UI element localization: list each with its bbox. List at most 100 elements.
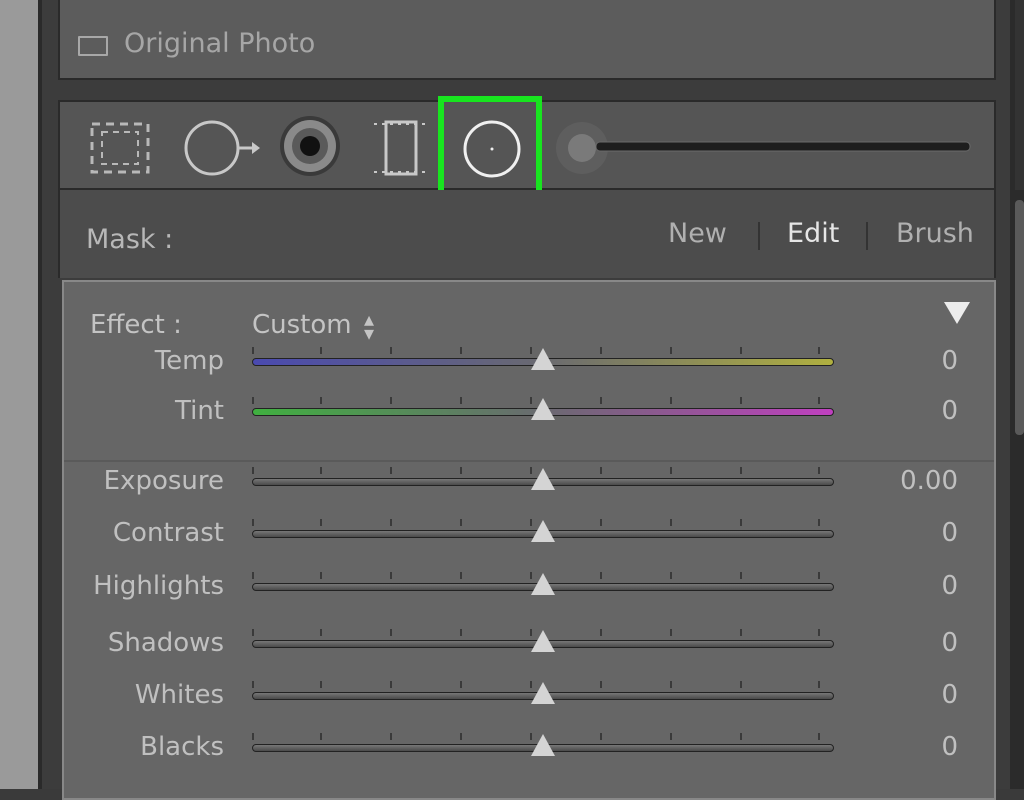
- selection-highlight: [438, 96, 542, 202]
- slider-tick: [460, 572, 462, 579]
- slider-tick: [460, 347, 462, 354]
- slider-thumb-whites[interactable]: [531, 682, 555, 704]
- slider-tick: [818, 397, 820, 404]
- slider-value-contrast[interactable]: 0: [941, 518, 958, 548]
- slider-thumb-temp[interactable]: [531, 348, 555, 370]
- slider-tick: [320, 347, 322, 354]
- slider-thumb-tint[interactable]: [531, 398, 555, 420]
- spot-removal-icon[interactable]: [182, 116, 262, 180]
- slider-label-blacks: Blacks: [140, 732, 224, 762]
- slider-tick: [670, 572, 672, 579]
- effects-panel: Effect : Custom ▴ ▾ Temp 0 Tint 0 Exposure 0.0…: [62, 280, 996, 800]
- slider-tick: [670, 397, 672, 404]
- slider-label-whites: Whites: [134, 680, 224, 710]
- updown-arrows-icon[interactable]: ▴ ▾: [364, 309, 374, 343]
- slider-label-exposure: Exposure: [103, 466, 224, 496]
- brush-size-slider[interactable]: [596, 140, 972, 154]
- graduated-filter-icon[interactable]: [372, 116, 432, 180]
- slider-tick: [320, 572, 322, 579]
- slider-value-tint[interactable]: 0: [941, 396, 958, 426]
- slider-tick: [252, 572, 254, 579]
- slider-value-whites[interactable]: 0: [941, 680, 958, 710]
- mask-new-button[interactable]: New: [668, 218, 727, 249]
- slider-tick: [320, 519, 322, 526]
- slider-tick: [320, 733, 322, 740]
- mask-bar: Mask : New Edit Brush: [58, 190, 996, 278]
- slider-tick: [460, 733, 462, 740]
- slider-value-highlights[interactable]: 0: [941, 571, 958, 601]
- slider-thumb-exposure[interactable]: [531, 468, 555, 490]
- slider-tick: [390, 519, 392, 526]
- slider-value-temp[interactable]: 0: [941, 346, 958, 376]
- slider-value-shadows[interactable]: 0: [941, 628, 958, 658]
- slider-tick: [390, 572, 392, 579]
- slider-tick: [670, 347, 672, 354]
- slider-tick: [252, 519, 254, 526]
- slider-tick: [670, 733, 672, 740]
- effect-preset-select[interactable]: Custom: [252, 310, 352, 340]
- slider-tick: [670, 681, 672, 688]
- slider-tick: [740, 681, 742, 688]
- slider-tick: [818, 572, 820, 579]
- slider-thumb-contrast[interactable]: [531, 520, 555, 542]
- slider-label-temp: Temp: [154, 346, 224, 376]
- slider-tick: [600, 519, 602, 526]
- slider-tick: [390, 733, 392, 740]
- slider-tick: [252, 467, 254, 474]
- slider-tick: [320, 629, 322, 636]
- slider-value-blacks[interactable]: 0: [941, 732, 958, 762]
- slider-tick: [818, 733, 820, 740]
- collapse-triangle-icon[interactable]: [944, 302, 970, 324]
- slider-tick: [740, 397, 742, 404]
- slider-tick: [670, 629, 672, 636]
- slider-tick: [252, 733, 254, 740]
- slider-tick: [252, 397, 254, 404]
- slider-tick: [740, 572, 742, 579]
- slider-tick: [320, 397, 322, 404]
- mask-label: Mask :: [86, 224, 174, 255]
- slider-tick: [818, 519, 820, 526]
- slider-tick: [460, 467, 462, 474]
- mask-separator: [866, 222, 868, 250]
- slider-tick: [600, 681, 602, 688]
- slider-tick: [390, 629, 392, 636]
- slider-label-shadows: Shadows: [107, 628, 224, 658]
- section-divider: [64, 460, 994, 462]
- mask-separator: [758, 222, 760, 250]
- slider-tick: [818, 347, 820, 354]
- slider-tick: [670, 519, 672, 526]
- slider-thumb-shadows[interactable]: [531, 630, 555, 652]
- red-eye-icon[interactable]: [278, 114, 342, 178]
- slider-tick: [390, 681, 392, 688]
- slider-label-tint: Tint: [175, 396, 224, 426]
- slider-tick: [390, 397, 392, 404]
- slider-tick: [460, 397, 462, 404]
- slider-thumb-blacks[interactable]: [531, 734, 555, 756]
- slider-tick: [600, 347, 602, 354]
- slider-value-exposure[interactable]: 0.00: [900, 466, 958, 496]
- slider-label-highlights: Highlights: [93, 571, 224, 601]
- slider-tick: [460, 629, 462, 636]
- slider-tick: [600, 397, 602, 404]
- slider-tick: [670, 467, 672, 474]
- left-panel-edge: [0, 0, 38, 789]
- slider-tick: [320, 467, 322, 474]
- mask-brush-button[interactable]: Brush: [896, 218, 974, 249]
- original-photo-checkbox[interactable]: [78, 36, 108, 56]
- slider-tick: [252, 681, 254, 688]
- slider-tick: [600, 733, 602, 740]
- slider-tick: [252, 629, 254, 636]
- slider-tick: [460, 519, 462, 526]
- scrollbar-thumb[interactable]: [1015, 200, 1024, 435]
- slider-tick: [740, 519, 742, 526]
- original-photo-panel: Original Photo: [58, 0, 996, 80]
- slider-tick: [600, 467, 602, 474]
- mask-edit-button[interactable]: Edit: [787, 218, 839, 249]
- slider-tick: [460, 681, 462, 688]
- slider-tick: [740, 629, 742, 636]
- crop-overlay-icon[interactable]: [86, 118, 154, 178]
- slider-tick: [252, 347, 254, 354]
- slider-label-contrast: Contrast: [112, 518, 224, 548]
- slider-tick: [818, 629, 820, 636]
- slider-thumb-highlights[interactable]: [531, 573, 555, 595]
